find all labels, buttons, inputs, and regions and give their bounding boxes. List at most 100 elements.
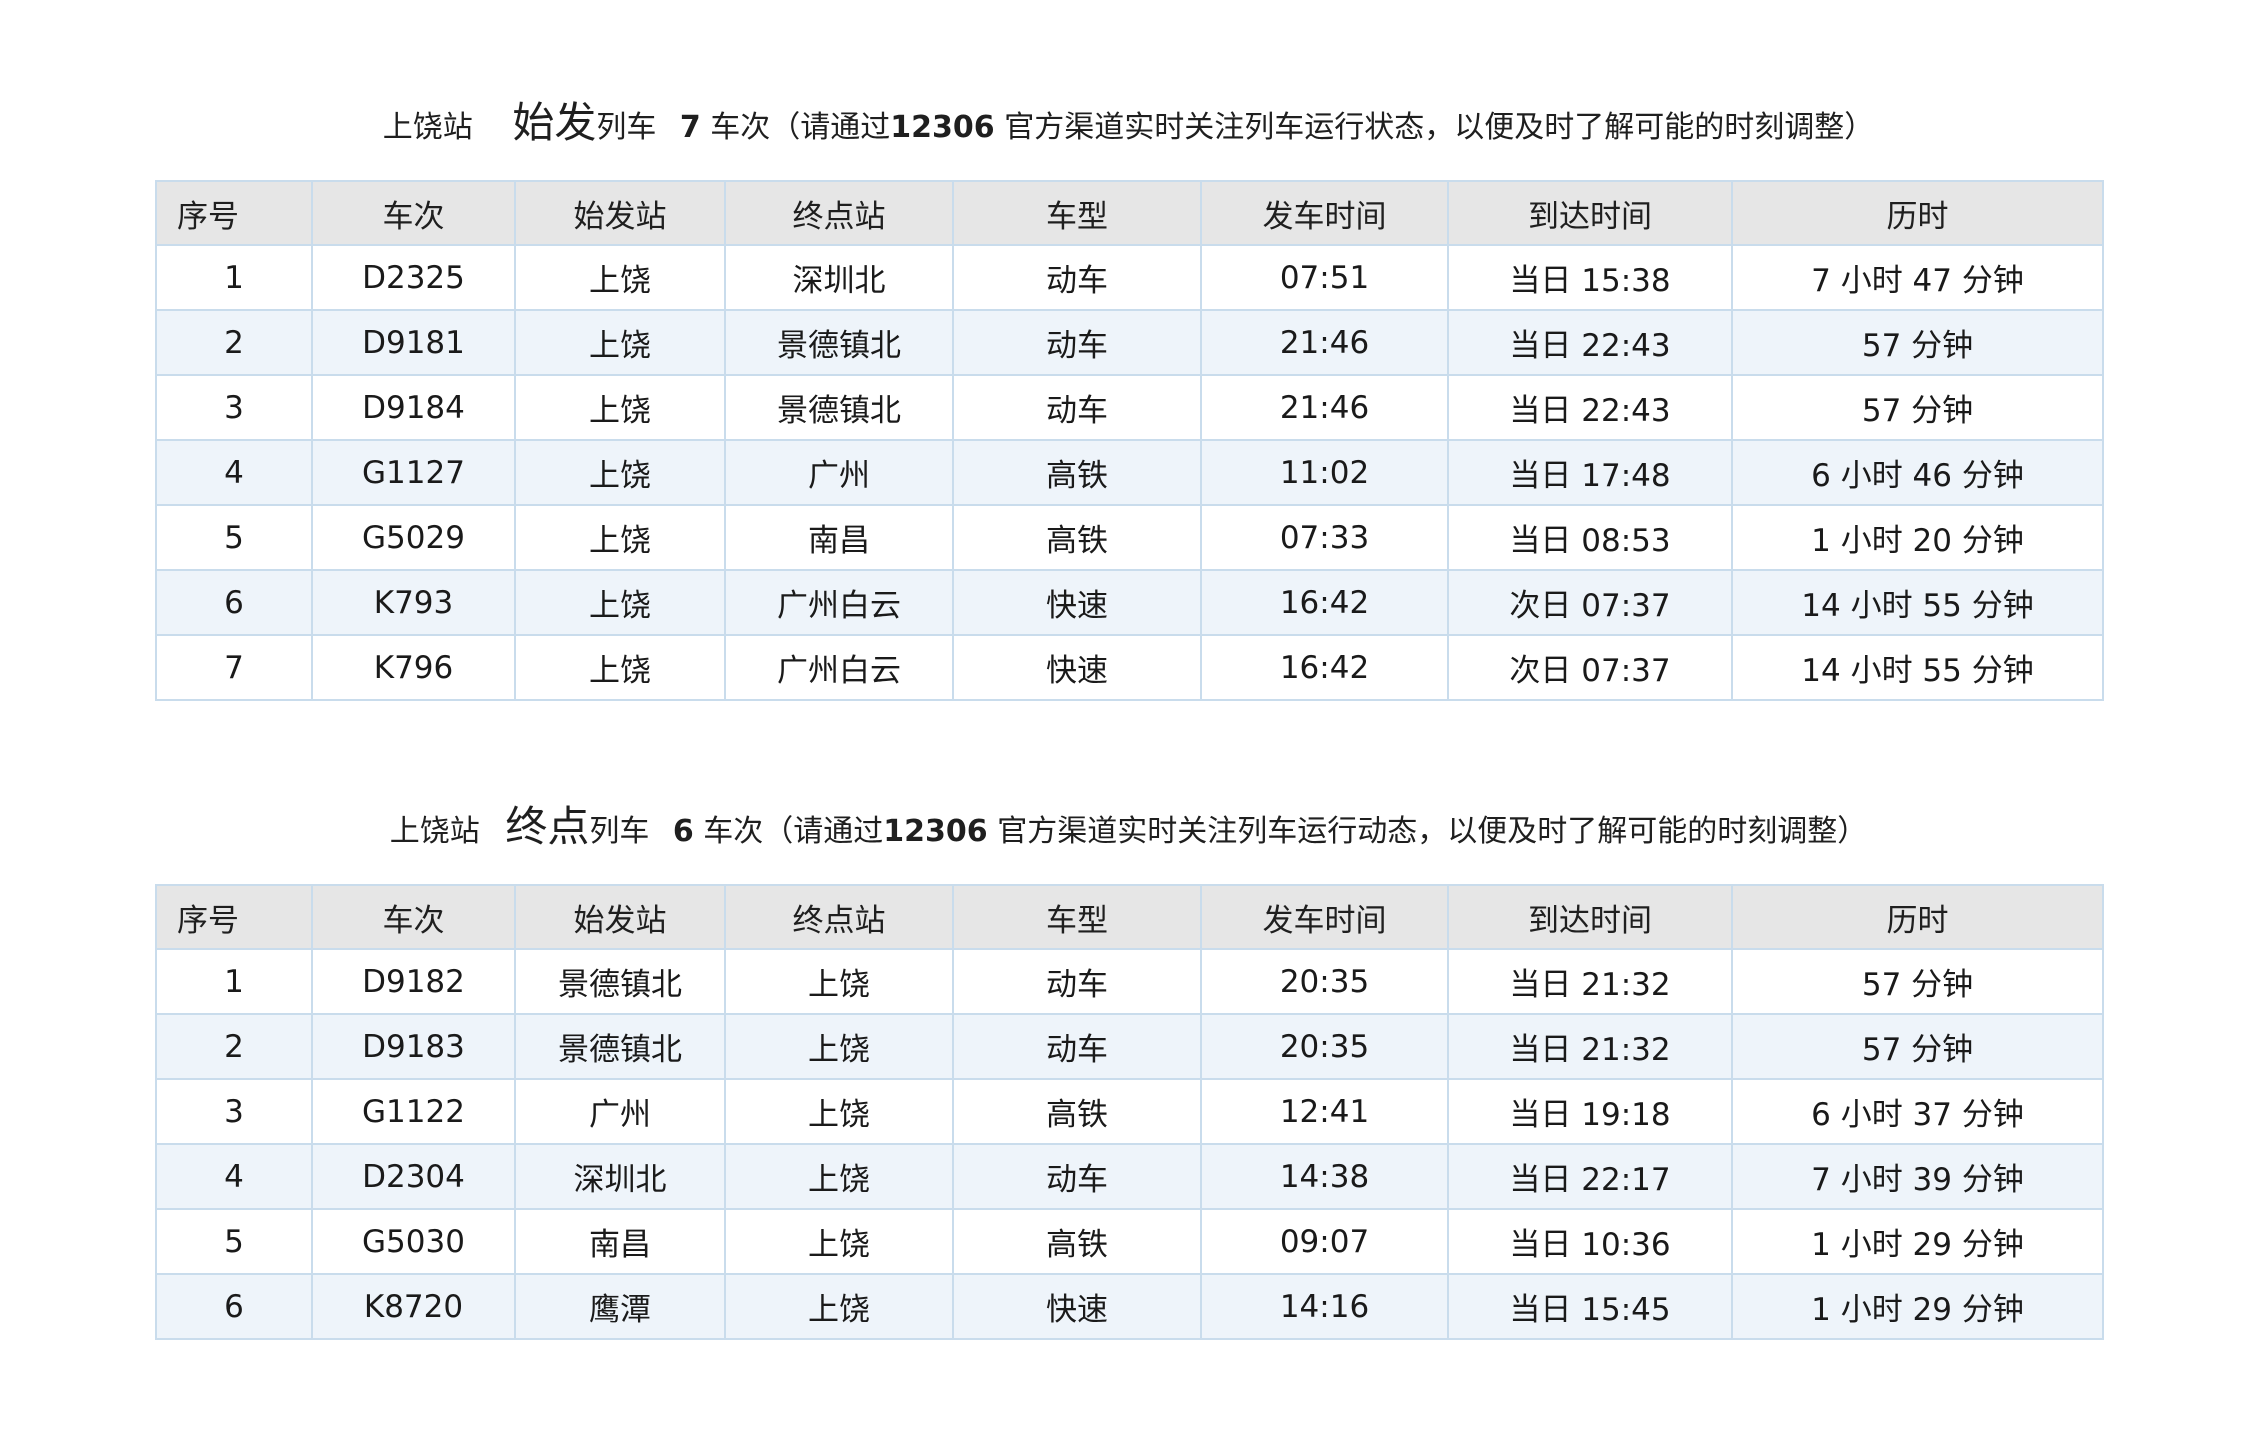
origin-station: 广州 — [514, 1078, 726, 1145]
train-number: D2304 — [311, 1143, 516, 1210]
duration: 57 分钟 — [1731, 374, 2104, 441]
train-kind-suffix: 列车 — [589, 814, 650, 849]
departing-trains-section: 上饶站 始发列车 7 车次（请通过12306 官方渠道实时关注列车运行状态，以便… — [155, 88, 2104, 701]
depart-time: 12:41 — [1200, 1078, 1449, 1145]
duration: 57 分钟 — [1731, 948, 2104, 1015]
train-number: D9183 — [311, 1013, 516, 1080]
arrive-time: 当日 21:32 — [1447, 948, 1733, 1015]
arrive-time: 次日 07:37 — [1447, 569, 1733, 636]
row-index: 4 — [155, 1143, 313, 1210]
origin-station: 上饶 — [514, 569, 726, 636]
table-row: 6 K793 上饶 广州白云 快速 16:42 次日 07:37 14 小时 55 分钟 — [155, 569, 2104, 636]
duration: 1 小时 29 分钟 — [1731, 1273, 2104, 1340]
table-row: 6 K8720 鹰潭 上饶 快速 14:16 当日 15:45 1 小时 29 分钟 — [155, 1273, 2104, 1340]
arrive-time: 当日 22:43 — [1447, 309, 1733, 376]
depart-time: 14:16 — [1200, 1273, 1449, 1340]
row-index: 2 — [155, 1013, 313, 1080]
table-row: 4 D2304 深圳北 上饶 动车 14:38 当日 22:17 7 小时 39 分钟 — [155, 1143, 2104, 1210]
train-type: 动车 — [952, 1013, 1202, 1080]
depart-time: 11:02 — [1200, 439, 1449, 506]
table-row: 2 D9183 景德镇北 上饶 动车 20:35 当日 21:32 57 分钟 — [155, 1013, 2104, 1080]
train-type: 高铁 — [952, 1208, 1202, 1275]
table-row: 7 K796 上饶 广州白云 快速 16:42 次日 07:37 14 小时 55 分钟 — [155, 634, 2104, 701]
col-header-destination: 终点站 — [724, 180, 954, 246]
row-index: 4 — [155, 439, 313, 506]
col-header-train: 车次 — [311, 180, 516, 246]
destination-station: 上饶 — [724, 1208, 954, 1275]
duration: 57 分钟 — [1731, 1013, 2104, 1080]
train-type: 高铁 — [952, 1078, 1202, 1145]
table-row: 5 G5029 上饶 南昌 高铁 07:33 当日 08:53 1 小时 20 分钟 — [155, 504, 2104, 571]
train-number: K793 — [311, 569, 516, 636]
row-index: 3 — [155, 1078, 313, 1145]
arrive-time: 当日 21:32 — [1447, 1013, 1733, 1080]
table-row: 1 D2325 上饶 深圳北 动车 07:51 当日 15:38 7 小时 47 分钟 — [155, 244, 2104, 311]
destination-station: 上饶 — [724, 1143, 954, 1210]
section-heading: 上饶站 终点列车 6 车次（请通过12306 官方渠道实时关注列车运行动态，以便… — [155, 792, 2102, 862]
origin-station: 上饶 — [514, 439, 726, 506]
row-index: 1 — [155, 244, 313, 311]
train-type: 高铁 — [952, 439, 1202, 506]
origin-station: 景德镇北 — [514, 948, 726, 1015]
train-number: D9181 — [311, 309, 516, 376]
table-row: 5 G5030 南昌 上饶 高铁 09:07 当日 10:36 1 小时 29 分钟 — [155, 1208, 2104, 1275]
destination-station: 上饶 — [724, 948, 954, 1015]
depart-time: 21:46 — [1200, 309, 1449, 376]
terminating-trains-section: 上饶站 终点列车 6 车次（请通过12306 官方渠道实时关注列车运行动态，以便… — [155, 792, 2104, 1340]
col-header-index: 序号 — [155, 180, 313, 246]
col-header-origin: 始发站 — [514, 180, 726, 246]
train-type: 动车 — [952, 244, 1202, 311]
train-number: G1127 — [311, 439, 516, 506]
arrive-time: 当日 15:38 — [1447, 244, 1733, 311]
arrive-time: 当日 10:36 — [1447, 1208, 1733, 1275]
depart-time: 20:35 — [1200, 948, 1449, 1015]
arrive-time: 当日 17:48 — [1447, 439, 1733, 506]
duration: 7 小时 39 分钟 — [1731, 1143, 2104, 1210]
train-type: 快速 — [952, 634, 1202, 701]
arrive-time: 次日 07:37 — [1447, 634, 1733, 701]
col-header-origin: 始发站 — [514, 884, 726, 950]
arrive-time: 当日 19:18 — [1447, 1078, 1733, 1145]
duration: 6 小时 46 分钟 — [1731, 439, 2104, 506]
arrive-time: 当日 15:45 — [1447, 1273, 1733, 1340]
destination-station: 南昌 — [724, 504, 954, 571]
train-number: K796 — [311, 634, 516, 701]
col-header-duration: 历时 — [1731, 180, 2104, 246]
departing-timetable: 序号 车次 始发站 终点站 车型 发车时间 到达时间 历时 1 D2325 上饶 深圳… — [155, 180, 2104, 701]
arrive-time: 当日 08:53 — [1447, 504, 1733, 571]
arrive-time: 当日 22:17 — [1447, 1143, 1733, 1210]
train-type: 动车 — [952, 1143, 1202, 1210]
destination-station: 广州白云 — [724, 569, 954, 636]
station-name: 上饶站 — [389, 814, 480, 849]
duration: 14 小时 55 分钟 — [1731, 569, 2104, 636]
destination-station: 上饶 — [724, 1078, 954, 1145]
arrive-time: 当日 22:43 — [1447, 374, 1733, 441]
train-type: 快速 — [952, 1273, 1202, 1340]
row-index: 5 — [155, 1208, 313, 1275]
origin-station: 上饶 — [514, 504, 726, 571]
table-header-row: 序号 车次 始发站 终点站 车型 发车时间 到达时间 历时 — [155, 884, 2104, 950]
origin-station: 南昌 — [514, 1208, 726, 1275]
service-number: 12306 — [890, 110, 995, 145]
train-kind-suffix: 列车 — [596, 110, 657, 145]
destination-station: 上饶 — [724, 1013, 954, 1080]
table-row: 3 D9184 上饶 景德镇北 动车 21:46 当日 22:43 57 分钟 — [155, 374, 2104, 441]
duration: 7 小时 47 分钟 — [1731, 244, 2104, 311]
train-count: 6 — [672, 814, 694, 849]
depart-time: 20:35 — [1200, 1013, 1449, 1080]
depart-time: 16:42 — [1200, 634, 1449, 701]
duration: 1 小时 29 分钟 — [1731, 1208, 2104, 1275]
train-number: D2325 — [311, 244, 516, 311]
train-type: 高铁 — [952, 504, 1202, 571]
col-header-type: 车型 — [952, 180, 1202, 246]
col-header-destination: 终点站 — [724, 884, 954, 950]
train-number: K8720 — [311, 1273, 516, 1340]
row-index: 6 — [155, 569, 313, 636]
count-suffix: 车次（请通过 — [710, 110, 891, 145]
row-index: 6 — [155, 1273, 313, 1340]
origin-station: 上饶 — [514, 309, 726, 376]
train-type: 快速 — [952, 569, 1202, 636]
count-suffix: 车次（请通过 — [703, 814, 884, 849]
destination-station: 上饶 — [724, 1273, 954, 1340]
col-header-train: 车次 — [311, 884, 516, 950]
